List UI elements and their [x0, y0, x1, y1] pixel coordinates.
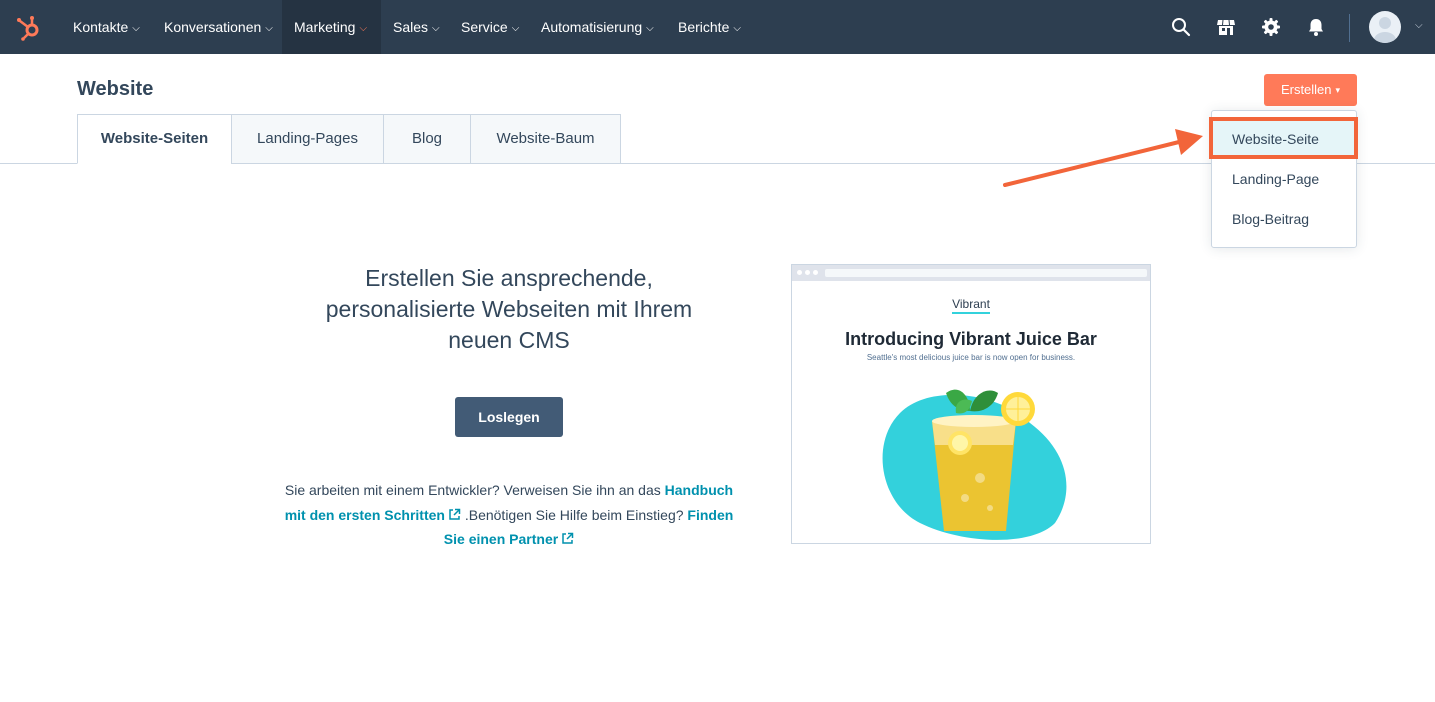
website-preview-illustration: Vibrant Introducing Vibrant Juice Bar Se…	[791, 264, 1151, 544]
nav-item-label: Sales	[393, 19, 429, 35]
heading-line: personalisierte Webseiten mit Ihrem	[325, 296, 693, 322]
preview-subtitle: Seattle's most delicious juice bar is no…	[866, 353, 1076, 362]
chevron-down-icon: ⌵	[511, 23, 520, 34]
preview-brand: Vibrant	[952, 297, 990, 311]
avatar-placeholder-icon	[1374, 17, 1396, 43]
get-started-button[interactable]: Loslegen	[455, 397, 563, 437]
chevron-down-icon: ⌵	[265, 23, 273, 34]
browser-url-bar	[825, 269, 1147, 277]
nav-item-service[interactable]: Service ⌵	[449, 0, 531, 54]
help-text-prefix: Sie arbeiten mit einem Entwickler? Verwe…	[284, 482, 665, 498]
menu-item-blog-beitrag[interactable]: Blog-Beitrag	[1212, 199, 1356, 239]
tab-landing-pages[interactable]: Landing-Pages	[231, 114, 384, 164]
developer-help-text: Sie arbeiten mit einem Entwickler? Verwe…	[276, 478, 742, 552]
nav-item-kontakte[interactable]: Kontakte ⌵	[61, 0, 152, 54]
chevron-down-icon[interactable]: ⌵	[1415, 20, 1423, 31]
menu-item-label: Blog-Beitrag	[1232, 211, 1310, 227]
tab-website-baum[interactable]: Website-Baum	[470, 114, 621, 164]
nav-item-label: Berichte	[678, 19, 730, 35]
create-button[interactable]: Erstellen ▾	[1264, 74, 1357, 106]
chevron-down-icon: ⌵	[359, 23, 368, 34]
marketplace-icon[interactable]	[1216, 17, 1236, 37]
nav-item-marketing[interactable]: Marketing ⌵	[282, 0, 381, 54]
tab-website-seiten[interactable]: Website-Seiten	[77, 114, 232, 164]
browser-dot	[797, 270, 802, 275]
search-icon[interactable]	[1171, 17, 1191, 37]
browser-bar	[792, 265, 1150, 281]
tab-label: Website-Baum	[496, 130, 595, 147]
heading-line: neuen CMS	[448, 327, 570, 353]
chevron-down-icon: ⌵	[132, 23, 140, 34]
top-navigation: Kontakte ⌵ Konversationen ⌵ Marketing ⌵ Sal…	[0, 0, 1435, 54]
create-button-label: Erstellen	[1280, 82, 1332, 97]
brand-underline	[952, 312, 990, 314]
tab-label: Website-Seiten	[100, 130, 209, 147]
heading-line: Erstellen Sie ansprechende,	[365, 265, 653, 291]
chevron-down-icon: ⌵	[432, 23, 440, 34]
settings-gear-icon[interactable]	[1261, 17, 1281, 37]
nav-item-label: Marketing	[294, 19, 356, 35]
nav-item-berichte[interactable]: Berichte ⌵	[666, 0, 753, 54]
get-started-label: Loslegen	[478, 409, 540, 425]
help-text-middle: .Benötigen Sie Hilfe beim Einstieg?	[460, 506, 688, 523]
page-title: Website	[77, 78, 154, 100]
nav-item-sales[interactable]: Sales ⌵	[381, 0, 452, 54]
tab-label: Landing-Pages	[257, 130, 358, 147]
notifications-bell-icon[interactable]	[1306, 17, 1326, 37]
nav-divider	[1349, 14, 1350, 42]
chevron-down-icon: ⌵	[733, 23, 741, 34]
menu-item-landing-page[interactable]: Landing-Page	[1212, 159, 1356, 199]
external-link-icon	[449, 508, 461, 520]
nav-item-konversationen[interactable]: Konversationen ⌵	[152, 0, 285, 54]
menu-item-label: Landing-Page	[1232, 171, 1320, 187]
preview-title: Introducing Vibrant Juice Bar	[845, 329, 1097, 349]
annotation-highlight-box	[1209, 117, 1358, 159]
user-avatar[interactable]	[1369, 11, 1401, 43]
annotation-arrow-icon	[1003, 129, 1203, 187]
nav-item-label: Konversationen	[164, 19, 262, 35]
juice-glass-illustration-icon	[882, 389, 1067, 540]
browser-dot	[813, 270, 818, 275]
tab-blog[interactable]: Blog	[383, 114, 471, 164]
caret-down-icon: ▾	[1335, 85, 1341, 95]
chevron-down-icon: ⌵	[646, 23, 654, 34]
nav-item-automatisierung[interactable]: Automatisierung ⌵	[529, 0, 666, 54]
nav-item-label: Kontakte	[73, 19, 129, 35]
external-link-icon	[562, 532, 574, 544]
nav-item-label: Automatisierung	[541, 19, 643, 35]
hubspot-logo-icon[interactable]	[15, 13, 43, 41]
tab-label: Blog	[411, 130, 443, 147]
nav-item-label: Service	[461, 19, 508, 35]
empty-state-heading: Erstellen Sie ansprechende, personalisie…	[288, 263, 730, 356]
browser-dot	[805, 270, 810, 275]
